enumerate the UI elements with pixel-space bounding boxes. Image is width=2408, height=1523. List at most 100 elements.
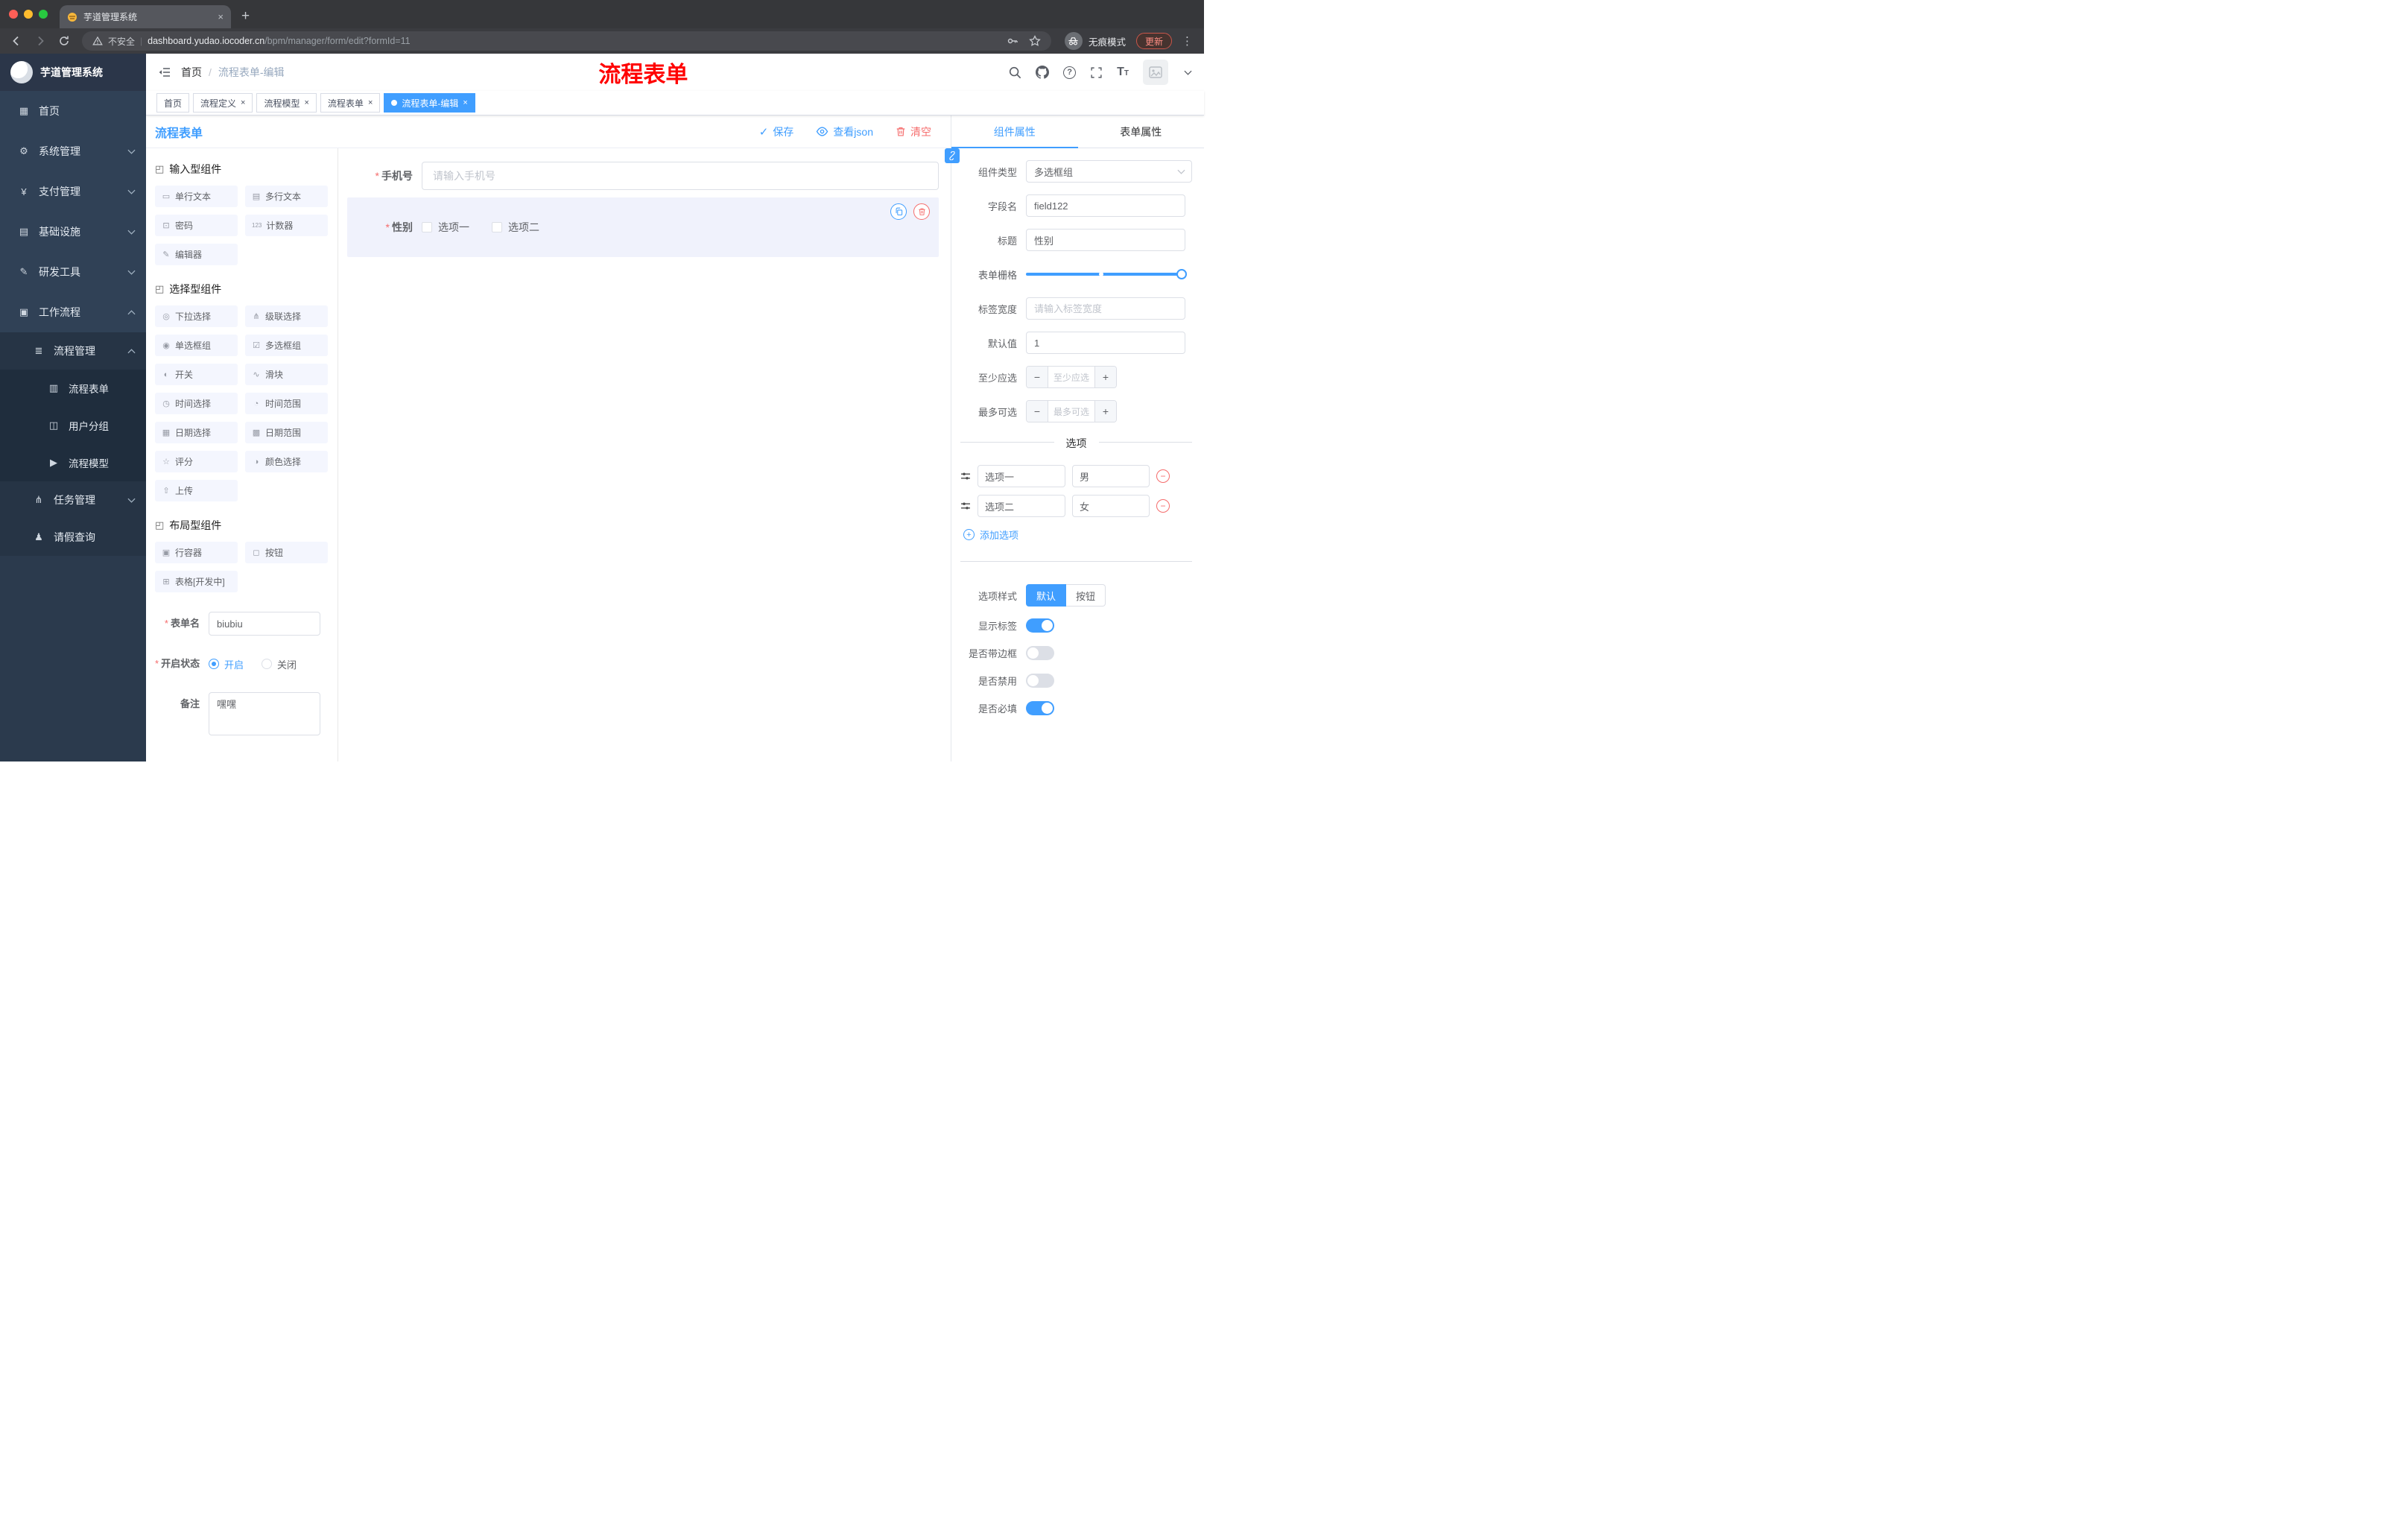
sidebar-item-home[interactable]: ▦ 首页 [0, 91, 146, 131]
option-value-input[interactable] [1072, 495, 1150, 517]
label-width-input[interactable] [1026, 297, 1185, 320]
palette-item-switch[interactable]: ◐ 开关 [155, 364, 238, 385]
title-input[interactable] [1026, 229, 1185, 251]
view-json-button[interactable]: 查看json [816, 124, 873, 139]
sidebar-item-process-model[interactable]: ▶ 流程模型 [0, 444, 146, 481]
close-icon[interactable]: × [368, 98, 373, 107]
palette-item-rate[interactable]: ☆ 评分 [155, 451, 238, 472]
tag-process-form[interactable]: 流程表单 × [320, 93, 381, 113]
palette-item-button[interactable]: ◻ 按钮 [245, 542, 328, 563]
browser-menu-icon[interactable]: ⋮ [1178, 34, 1197, 48]
sidebar-item-user-group[interactable]: ◫ 用户分组 [0, 407, 146, 444]
window-zoom-button[interactable] [39, 10, 48, 19]
border-toggle[interactable] [1026, 646, 1054, 660]
security-label[interactable]: 不安全 [108, 35, 135, 48]
slider-handle[interactable] [1176, 269, 1187, 279]
tab-component-props[interactable]: 组件属性 [951, 115, 1078, 148]
palette-item-multi-text[interactable]: ▤ 多行文本 [245, 186, 328, 207]
palette-item-date-range[interactable]: ▩ 日期范围 [245, 422, 328, 443]
form-remark-textarea[interactable]: 嘿嘿 [209, 692, 320, 735]
palette-item-select[interactable]: ◎ 下拉选择 [155, 305, 238, 327]
delete-component-button[interactable] [913, 203, 930, 220]
tag-process-model[interactable]: 流程模型 × [256, 93, 317, 113]
disabled-toggle[interactable] [1026, 674, 1054, 688]
tag-home[interactable]: 首页 [156, 93, 190, 113]
decrease-button[interactable]: − [1027, 367, 1048, 387]
url-text[interactable]: dashboard.yudao.iocoder.cn/bpm/manager/f… [148, 36, 410, 46]
remove-option-button[interactable]: − [1156, 469, 1170, 483]
sidebar-item-payment[interactable]: ¥ 支付管理 [0, 171, 146, 212]
fullscreen-icon[interactable] [1090, 66, 1103, 79]
window-close-button[interactable] [9, 10, 18, 19]
breadcrumb-home[interactable]: 首页 [181, 65, 202, 80]
sidebar-item-infrastructure[interactable]: ▤ 基础设施 [0, 212, 146, 252]
canvas-field-gender-selected[interactable]: * 性别 选项一 选项二 [347, 197, 939, 257]
tab-close-icon[interactable]: × [218, 11, 224, 22]
clear-button[interactable]: 清空 [896, 124, 931, 139]
radio-status-off[interactable]: 关闭 [262, 657, 297, 671]
browser-tab[interactable]: 芋道管理系统 × [60, 5, 231, 28]
github-icon[interactable] [1036, 66, 1050, 79]
checkbox-option-2[interactable]: 选项二 [492, 220, 539, 235]
palette-item-table[interactable]: ⊞ 表格[开发中] [155, 571, 238, 592]
password-key-icon[interactable] [1007, 35, 1018, 47]
address-bar[interactable]: 不安全 | dashboard.yudao.iocoder.cn/bpm/man… [82, 31, 1051, 51]
palette-item-row-container[interactable]: ▣ 行容器 [155, 542, 238, 563]
sidebar-collapse-icon[interactable] [158, 66, 171, 78]
window-minimize-button[interactable] [24, 10, 33, 19]
sidebar-item-task-management[interactable]: ⋔ 任务管理 [0, 481, 146, 519]
close-icon[interactable]: × [304, 98, 308, 107]
checkbox-box[interactable] [492, 222, 502, 232]
palette-item-time-range[interactable]: ◔ 时间范围 [245, 393, 328, 414]
forward-icon[interactable] [31, 32, 49, 50]
palette-item-radio-group[interactable]: ◉ 单选框组 [155, 335, 238, 356]
increase-button[interactable]: + [1095, 367, 1116, 387]
close-icon[interactable]: × [241, 98, 245, 107]
back-icon[interactable] [7, 32, 25, 50]
font-size-icon[interactable]: TT [1117, 66, 1129, 78]
checkbox-box[interactable] [422, 222, 432, 232]
sidebar-item-workflow[interactable]: ▣ 工作流程 [0, 292, 146, 332]
new-tab-button[interactable]: + [241, 8, 250, 25]
palette-item-color-picker[interactable]: ◑ 颜色选择 [245, 451, 328, 472]
app-logo[interactable]: 芋道管理系统 [0, 54, 146, 91]
min-select-value[interactable]: 至少应选 [1048, 367, 1095, 387]
save-button[interactable]: ✓ 保存 [759, 124, 794, 139]
increase-button[interactable]: + [1095, 401, 1116, 422]
duplicate-component-button[interactable] [890, 203, 907, 220]
close-icon[interactable]: × [463, 98, 467, 107]
drag-handle-icon[interactable] [960, 471, 971, 481]
palette-item-cascader[interactable]: ⋔ 级联选择 [245, 305, 328, 327]
tab-form-props[interactable]: 表单属性 [1078, 115, 1205, 148]
default-value-input[interactable] [1026, 332, 1185, 354]
radio-status-on[interactable]: 开启 [209, 657, 244, 671]
palette-item-single-text[interactable]: ▭ 单行文本 [155, 186, 238, 207]
palette-item-editor[interactable]: ✎ 编辑器 [155, 244, 238, 265]
option-label-input[interactable] [978, 495, 1065, 517]
component-type-select[interactable]: 多选框组 [1026, 160, 1192, 183]
panel-link-handle[interactable] [945, 148, 960, 163]
drag-handle-icon[interactable] [960, 501, 971, 511]
browser-update-button[interactable]: 更新 [1135, 33, 1172, 49]
palette-item-upload[interactable]: ⇧ 上传 [155, 480, 238, 501]
style-default-button[interactable]: 默认 [1026, 584, 1067, 607]
form-name-input[interactable] [209, 612, 320, 636]
sidebar-item-system[interactable]: ⚙ 系统管理 [0, 131, 146, 171]
tag-process-definition[interactable]: 流程定义 × [193, 93, 253, 113]
sidebar-item-process-management[interactable]: ≣ 流程管理 [0, 332, 146, 370]
field-name-input[interactable] [1026, 194, 1185, 217]
form-canvas[interactable]: *手机号 *性别 [338, 148, 951, 762]
sidebar-item-process-form[interactable]: ▥ 流程表单 [0, 370, 146, 407]
remove-option-button[interactable]: − [1156, 499, 1170, 513]
reload-icon[interactable] [55, 32, 73, 50]
form-grid-slider[interactable] [1026, 263, 1187, 285]
canvas-field-phone[interactable]: * 手机号 [347, 162, 939, 190]
show-label-toggle[interactable] [1026, 618, 1054, 633]
palette-item-checkbox-group[interactable]: ☑ 多选框组 [245, 335, 328, 356]
bookmark-star-icon[interactable] [1029, 35, 1041, 47]
slider-track[interactable] [1026, 273, 1185, 276]
help-icon[interactable]: ? [1063, 66, 1077, 79]
palette-item-time-picker[interactable]: ◷ 时间选择 [155, 393, 238, 414]
decrease-button[interactable]: − [1027, 401, 1048, 422]
palette-item-date-picker[interactable]: ▦ 日期选择 [155, 422, 238, 443]
